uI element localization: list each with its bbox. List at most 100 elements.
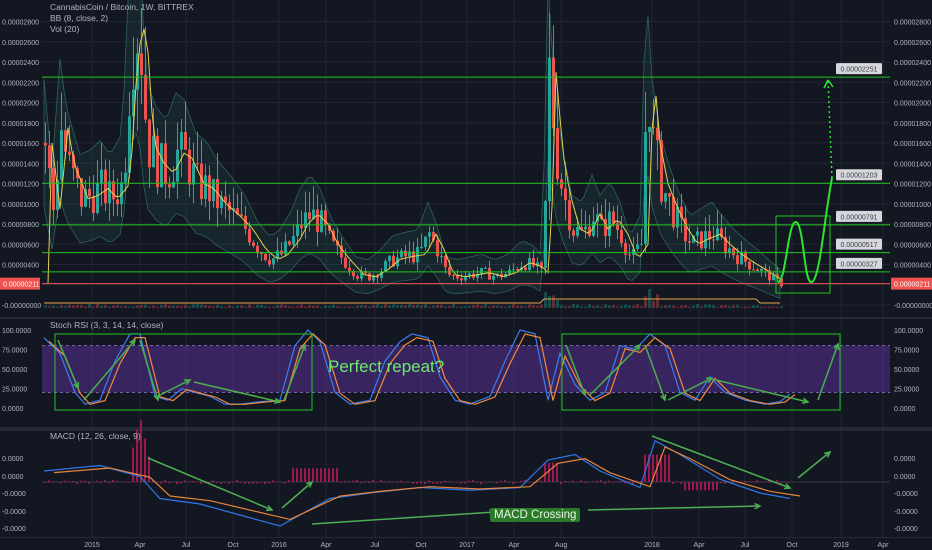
macd-histogram-bar bbox=[452, 482, 454, 483]
macd-histogram-bar bbox=[764, 481, 766, 483]
price-axis-label-right: 0.00000600 bbox=[894, 242, 931, 249]
candle-body bbox=[584, 226, 587, 230]
volume-bar bbox=[384, 304, 387, 308]
candle-body bbox=[44, 143, 47, 146]
volume-bar bbox=[456, 306, 459, 308]
macd-histogram-bar bbox=[708, 482, 710, 491]
volume-bar bbox=[772, 306, 775, 308]
macd-histogram-bar bbox=[164, 480, 166, 482]
macd-histogram-bar bbox=[664, 454, 666, 482]
candle-body bbox=[60, 130, 63, 181]
candle-body bbox=[424, 236, 427, 247]
macd-histogram-bar bbox=[96, 480, 98, 482]
macd-histogram-bar bbox=[740, 481, 742, 482]
volume-bar bbox=[656, 294, 659, 308]
volume-bar bbox=[528, 304, 531, 308]
macd-histogram-bar bbox=[248, 482, 250, 484]
candle-body bbox=[612, 211, 615, 224]
macd-histogram-bar bbox=[324, 468, 326, 482]
macd-histogram-bar bbox=[680, 482, 682, 484]
stoch-axis-label-right: 25.0000 bbox=[894, 387, 919, 394]
volume-bar bbox=[684, 305, 687, 308]
volume-bar bbox=[92, 306, 95, 308]
macd-axis-label-left: 0.0000 bbox=[2, 474, 24, 481]
volume-bar bbox=[388, 305, 391, 308]
volume-bar bbox=[48, 306, 51, 308]
volume-bar bbox=[224, 306, 227, 308]
volume-bar bbox=[732, 305, 735, 308]
candle-body bbox=[88, 189, 91, 197]
volume-bar bbox=[340, 306, 343, 308]
macd-histogram-bar bbox=[700, 482, 702, 491]
price-axis-label-right: 0.00002800 bbox=[894, 20, 931, 27]
volume-bar bbox=[288, 306, 291, 308]
macd-histogram-bar bbox=[180, 482, 182, 484]
volume-bar bbox=[460, 306, 463, 308]
volume-bar bbox=[220, 306, 223, 308]
macd-histogram-bar bbox=[264, 482, 266, 484]
macd-histogram-bar bbox=[420, 482, 422, 484]
macd-histogram-bar bbox=[496, 482, 498, 484]
x-axis-label: 2019 bbox=[833, 542, 849, 549]
macd-histogram-bar bbox=[572, 480, 574, 482]
candle-body bbox=[52, 168, 55, 210]
candle-body bbox=[152, 135, 155, 168]
macd-histogram-bar bbox=[356, 479, 358, 482]
macd-axis-label-left: -0.0000 bbox=[2, 526, 26, 533]
candle-body bbox=[736, 255, 739, 265]
volume-bar bbox=[136, 305, 139, 308]
macd-histogram-bar bbox=[272, 480, 274, 482]
macd-title: MACD (12, 26, close, 9) bbox=[50, 431, 141, 441]
stoch-legend: Stoch RSI (3, 3, 14, 14, close) bbox=[50, 320, 163, 331]
macd-legend: MACD (12, 26, close, 9) bbox=[50, 431, 141, 442]
volume-bar bbox=[720, 305, 723, 308]
volume-bar bbox=[452, 304, 455, 308]
volume-bar bbox=[64, 306, 67, 308]
volume-bar bbox=[104, 304, 107, 308]
volume-bar bbox=[272, 306, 275, 308]
macd-histogram-bar bbox=[372, 479, 374, 482]
volume-bar bbox=[420, 305, 423, 308]
macd-axis-label-left: -0.0000 bbox=[2, 509, 26, 516]
volume-bar bbox=[336, 306, 339, 308]
volume-bar bbox=[168, 305, 171, 308]
macd-histogram-bar bbox=[548, 462, 550, 482]
volume-bar bbox=[536, 305, 539, 308]
candle-body bbox=[460, 278, 463, 281]
volume-bar bbox=[120, 306, 123, 308]
candle-body bbox=[172, 181, 175, 188]
macd-histogram-bar bbox=[308, 468, 310, 482]
perfect-repeat-label: Perfect repeat? bbox=[328, 357, 445, 376]
candle-body bbox=[448, 267, 451, 275]
macd-histogram-bar bbox=[608, 480, 610, 482]
candle-body bbox=[548, 57, 551, 202]
volume-bar bbox=[588, 304, 591, 308]
candle-body bbox=[320, 210, 323, 232]
volume-bar bbox=[200, 304, 203, 308]
macd-histogram-bar bbox=[520, 480, 522, 482]
volume-bar bbox=[144, 304, 147, 308]
macd-crossing-label: MACD Crossing bbox=[490, 508, 581, 522]
macd-histogram-bar bbox=[256, 482, 258, 484]
macd-histogram-bar bbox=[428, 480, 430, 482]
candle-body bbox=[292, 236, 295, 245]
macd-histogram-bar bbox=[240, 482, 242, 483]
volume-bar bbox=[56, 306, 59, 308]
macd-axis-label-right: 0.0000 bbox=[894, 474, 916, 481]
volume-ma-line bbox=[44, 298, 780, 304]
volume-bar bbox=[760, 306, 763, 308]
level-tag-label: 0.00002251 bbox=[841, 67, 878, 74]
volume-bar bbox=[568, 306, 571, 308]
volume-bar bbox=[412, 305, 415, 308]
volume-bar bbox=[268, 306, 271, 308]
candle-body bbox=[368, 273, 371, 281]
volume-bar bbox=[208, 306, 211, 308]
level-tag-label: 0.00000517 bbox=[841, 242, 878, 249]
macd-histogram-bar bbox=[128, 482, 130, 483]
volume-bar bbox=[72, 305, 75, 308]
volume-bar bbox=[616, 306, 619, 308]
candle-body bbox=[388, 255, 391, 262]
macd-histogram-bar bbox=[396, 481, 398, 482]
volume-bar bbox=[232, 306, 235, 308]
trend-arrow bbox=[281, 481, 313, 509]
